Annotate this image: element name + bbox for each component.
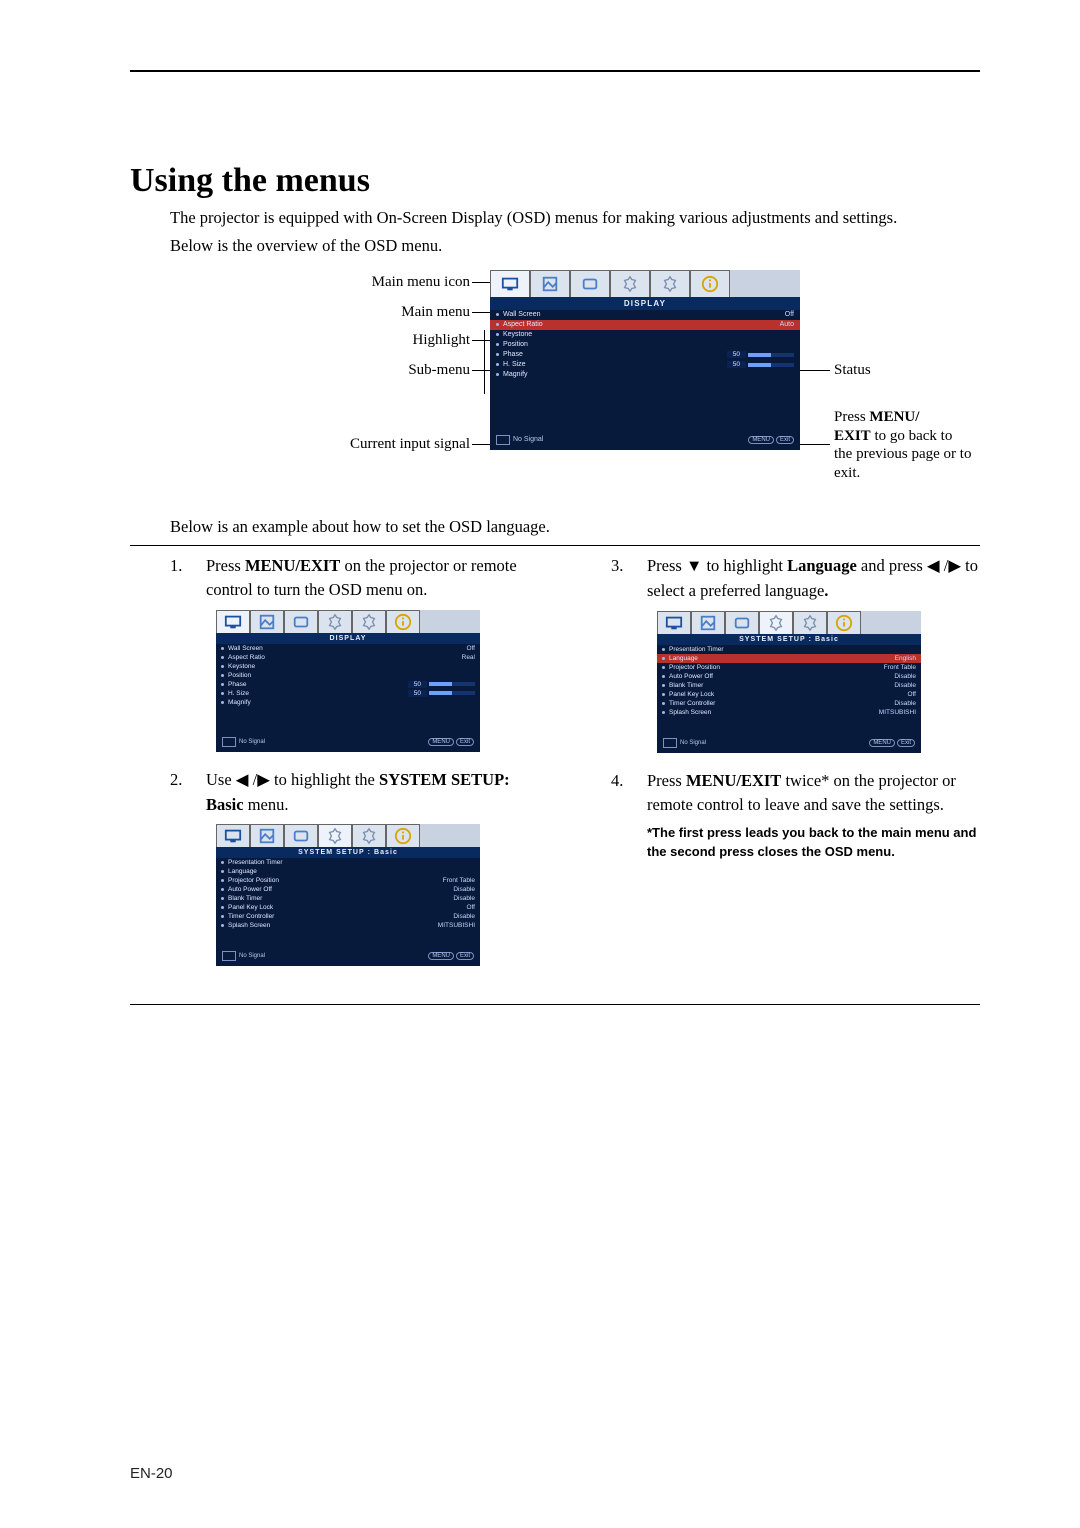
osd-item: Blank TimerDisable bbox=[657, 681, 921, 690]
osd-item: Splash ScreenMITSUBISHI bbox=[657, 708, 921, 717]
osd-item: LanguageEnglish bbox=[657, 654, 921, 663]
osd-item: H. Size50 bbox=[490, 360, 800, 370]
tab-icon bbox=[793, 611, 827, 634]
osd-item: Keystone bbox=[216, 662, 480, 671]
tab-icon bbox=[284, 610, 318, 633]
osd-item: Timer ControllerDisable bbox=[657, 699, 921, 708]
step-3: 3. Press ▼ to highlight Language and pre… bbox=[611, 554, 980, 603]
intro-line-1: The projector is equipped with On-Screen… bbox=[170, 206, 980, 230]
label-submenu: Sub-menu bbox=[240, 362, 470, 379]
page-title: Using the menus bbox=[130, 162, 980, 200]
osd-item: Keystone bbox=[490, 330, 800, 340]
osd-item: Phase50 bbox=[490, 350, 800, 360]
tab-icon bbox=[216, 824, 250, 847]
osd-main-screenshot: DISPLAY Wall ScreenOffAspect RatioAutoKe… bbox=[490, 270, 800, 450]
tab-setup1-icon bbox=[610, 270, 650, 297]
osd-item: Wall ScreenOff bbox=[490, 310, 800, 320]
osd-step1: DISPLAY Wall ScreenOffAspect RatioRealKe… bbox=[216, 610, 480, 752]
osd-item: Timer ControllerDisable bbox=[216, 912, 480, 921]
osd-item: Blank TimerDisable bbox=[216, 894, 480, 903]
tab-icon bbox=[216, 610, 250, 633]
tab-icon bbox=[250, 610, 284, 633]
osd-signal: No Signal bbox=[513, 436, 543, 443]
osd-item: Splash ScreenMITSUBISHI bbox=[216, 921, 480, 930]
osd-item: Presentation Timer bbox=[216, 858, 480, 867]
tab-icon bbox=[352, 610, 386, 633]
label-menu-exit: Press MENU/ EXIT to go back to the previ… bbox=[834, 408, 974, 483]
label-highlight: Highlight bbox=[240, 332, 470, 349]
tab-icon bbox=[386, 824, 420, 847]
tab-icon bbox=[657, 611, 691, 634]
osd-item: Presentation Timer bbox=[657, 645, 921, 654]
label-main-icon: Main menu icon bbox=[240, 274, 470, 291]
intro-line-3: Below is an example about how to set the… bbox=[170, 515, 980, 539]
tab-picture-icon bbox=[530, 270, 570, 297]
tab-icon bbox=[318, 610, 352, 633]
label-main-menu: Main menu bbox=[240, 304, 470, 321]
step-2: 2. Use ◀ /▶ to highlight the SYSTEM SETU… bbox=[170, 768, 539, 817]
osd-item: Projector PositionFront Table bbox=[657, 663, 921, 672]
tab-display-icon bbox=[490, 270, 530, 297]
osd-item: Panel Key LockOff bbox=[216, 903, 480, 912]
osd-item: Aspect RatioAuto bbox=[490, 320, 800, 330]
label-current-signal: Current input signal bbox=[240, 436, 470, 453]
osd-item: Aspect RatioReal bbox=[216, 653, 480, 662]
tab-icon bbox=[318, 824, 352, 847]
step-1: 1. Press MENU/EXIT on the projector or r… bbox=[170, 554, 539, 602]
osd-item: Magnify bbox=[490, 370, 800, 380]
tab-icon bbox=[827, 611, 861, 634]
tab-icon bbox=[691, 611, 725, 634]
osd-item: Magnify bbox=[216, 698, 480, 707]
osd-item: Position bbox=[490, 340, 800, 350]
intro-line-2: Below is the overview of the OSD menu. bbox=[170, 234, 980, 258]
top-rule bbox=[130, 70, 980, 72]
tab-source-icon bbox=[570, 270, 610, 297]
tab-setup2-icon bbox=[650, 270, 690, 297]
osd-item: Auto Power OffDisable bbox=[657, 672, 921, 681]
osd-item: H. Size50 bbox=[216, 689, 480, 698]
osd-item: Wall ScreenOff bbox=[216, 644, 480, 653]
tab-icon bbox=[725, 611, 759, 634]
tab-icon bbox=[284, 824, 318, 847]
osd-tabbar bbox=[490, 270, 800, 297]
step-4: 4. Press MENU/EXIT twice* on the project… bbox=[611, 769, 980, 817]
footnote: *The first press leads you back to the m… bbox=[647, 824, 980, 860]
osd-item: Language bbox=[216, 867, 480, 876]
osd-main-items: Wall ScreenOffAspect RatioAutoKeystonePo… bbox=[490, 310, 800, 380]
tab-info-icon bbox=[690, 270, 730, 297]
osd-item: Projector PositionFront Table bbox=[216, 876, 480, 885]
osd-item: Position bbox=[216, 671, 480, 680]
bottom-rule bbox=[130, 1004, 980, 1005]
osd-main-title: DISPLAY bbox=[490, 297, 800, 310]
osd-item: Phase50 bbox=[216, 680, 480, 689]
osd-item: Panel Key LockOff bbox=[657, 690, 921, 699]
mid-rule bbox=[130, 545, 980, 546]
osd-item: Auto Power OffDisable bbox=[216, 885, 480, 894]
label-status: Status bbox=[834, 362, 871, 379]
tab-icon bbox=[759, 611, 793, 634]
tab-icon bbox=[352, 824, 386, 847]
tab-icon bbox=[386, 610, 420, 633]
osd-step2: SYSTEM SETUP : Basic Presentation TimerL… bbox=[216, 824, 480, 966]
osd-overview-diagram: Main menu icon Main menu Highlight Sub-m… bbox=[240, 270, 1020, 495]
tab-icon bbox=[250, 824, 284, 847]
osd-step3: SYSTEM SETUP : Basic Presentation TimerL… bbox=[657, 611, 921, 753]
page-number: EN-20 bbox=[130, 1465, 173, 1482]
